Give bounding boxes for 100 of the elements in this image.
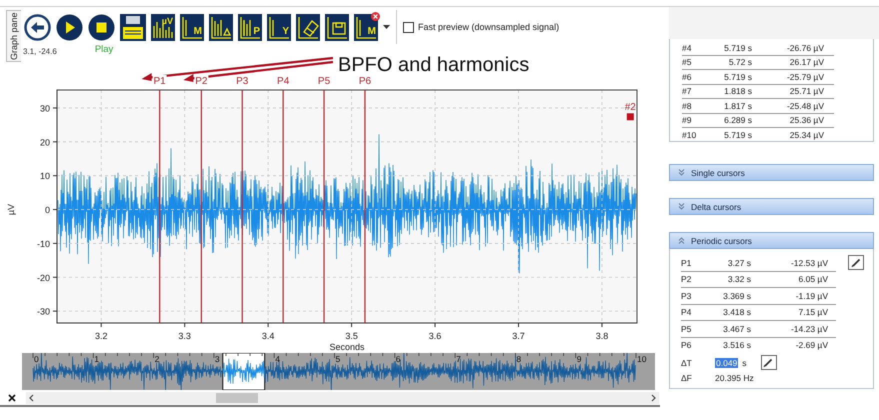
overview-tick-label: 9 (576, 354, 582, 364)
icon-letter: M (368, 26, 376, 36)
peak-time: 6.289 s (723, 115, 752, 126)
cursor-line[interactable] (323, 90, 325, 323)
cursor-name: P6 (681, 340, 692, 350)
peak-time: 5.719 s (723, 42, 752, 53)
cursor-name: P1 (681, 258, 692, 268)
tool-button[interactable] (209, 14, 233, 40)
cursor-readout: 3.1, -24.6 (23, 47, 57, 56)
cursor-label: P3 (236, 76, 248, 87)
cursor-value: -12.53 µV (790, 258, 828, 268)
section-header[interactable]: Periodic cursors (669, 232, 874, 249)
scrollbar-thumb[interactable] (216, 393, 258, 403)
icon-letter: Y (282, 26, 289, 36)
peak-value: 25.71 µV (788, 86, 824, 96)
cursor-value: 6.05 µV (798, 274, 828, 284)
peak-time: 1.818 s (723, 86, 752, 96)
section-header[interactable]: Single cursors (669, 164, 874, 181)
back-arrow-button[interactable] (24, 14, 51, 40)
chevron-icon (678, 237, 685, 244)
overview-tick-label: 4 (275, 354, 280, 364)
cursor-value: -1.19 µV (794, 290, 828, 301)
graph-pane-tab[interactable]: Graph pane (6, 10, 21, 62)
cursor-time: 3.369 s (722, 290, 751, 301)
peak-time: 5.719 s (723, 130, 752, 140)
play-button[interactable] (56, 14, 83, 40)
delta-f-label: ΔF (681, 372, 693, 382)
dropdown-caret-icon[interactable] (383, 24, 390, 30)
tool-button[interactable]: M (180, 14, 204, 40)
peak-time: 1.817 s (723, 100, 752, 111)
peak-id: #5 (682, 57, 692, 68)
delta-f-value: 20.395 Hz (715, 372, 754, 382)
horizontal-scrollbar[interactable] (26, 392, 659, 404)
cursor-label: P4 (277, 76, 290, 87)
cursor-line[interactable] (200, 90, 202, 323)
cursor-time: 3.516 s (722, 340, 751, 350)
scroll-left-icon[interactable] (29, 394, 34, 402)
overview-tick-label: 0 (34, 354, 39, 364)
peak-id: #6 (682, 72, 692, 82)
peak-id: #7 (682, 86, 692, 96)
peak-value: 25.36 µV (788, 115, 824, 126)
edit-button[interactable] (848, 255, 864, 270)
cursor-value: -14.23 µV (790, 324, 828, 334)
x-tick-label: 3.5 (345, 331, 358, 341)
x-tick-label: 3.6 (428, 331, 442, 341)
y-tick-label: -30 (36, 306, 50, 317)
y-tick-label: 10 (40, 171, 50, 182)
stop-button[interactable] (88, 14, 115, 40)
cursor-time: 3.27 s (726, 258, 751, 268)
x-tick-label: 3.7 (512, 331, 525, 341)
overview-tick-label: 8 (516, 354, 522, 364)
cursor-label: P6 (358, 76, 372, 87)
peak-value: -26.76 µV (786, 42, 824, 53)
cursor-line[interactable] (282, 90, 284, 323)
chevron-icon (678, 203, 685, 210)
tool-button[interactable]: P (238, 14, 262, 40)
peak-value: 25.34 µV (788, 130, 824, 140)
edit-button[interactable] (760, 355, 777, 370)
cursor-value: -2.69 µV (794, 340, 828, 350)
pencil-icon (763, 357, 774, 368)
peak-id: #8 (682, 100, 692, 111)
cursor-time: 3.467 s (722, 324, 751, 334)
y-axis-title: µV (6, 204, 16, 216)
cursor-line[interactable] (159, 90, 160, 323)
save-button[interactable] (120, 14, 146, 40)
scroll-right-icon[interactable] (651, 394, 656, 402)
delta-t-field[interactable]: 0.049 (715, 358, 738, 368)
close-icon[interactable] (8, 394, 16, 402)
y-tick-label: 20 (40, 137, 50, 148)
tool-button[interactable]: Y (267, 14, 291, 40)
peak-id: #10 (682, 130, 698, 140)
x-tick-label: 3.4 (262, 331, 274, 341)
cursor-time: 3.418 s (722, 307, 751, 318)
peak-time: 5.72 s (728, 57, 752, 68)
y-tick-label: 30 (40, 103, 50, 114)
fast-preview-checkbox[interactable]: Fast preview (downsampled signal) (403, 22, 560, 32)
marker-label: #2 (624, 102, 636, 113)
cursor-label: P2 (195, 76, 208, 87)
overview-tick-label: 1 (94, 354, 100, 364)
overview-tick-label: 10 (637, 354, 646, 364)
icon-letter: M (194, 26, 202, 36)
icon-letter: P (253, 26, 260, 36)
cursor-name: P5 (681, 324, 692, 334)
peak-value: -25.48 µV (786, 100, 824, 111)
remove-badge-icon (371, 12, 380, 20)
overview-tick-label: 7 (456, 354, 461, 364)
y-tick-label: -10 (36, 238, 50, 249)
cursor-name: P3 (681, 290, 692, 301)
tool-button[interactable]: M (354, 14, 378, 40)
cursor-label: P1 (154, 76, 166, 87)
section-header[interactable]: Delta cursors (669, 198, 874, 215)
cursor-name: P4 (681, 307, 692, 318)
peak-id: #4 (682, 42, 692, 53)
overview-tick-label: 5 (336, 354, 340, 364)
cursor-line[interactable] (364, 90, 366, 323)
tool-button[interactable] (296, 14, 320, 40)
peak-value: -25.79 µV (786, 72, 824, 82)
overview-tick-label: 6 (396, 354, 401, 364)
tool-button[interactable] (325, 14, 349, 40)
cursor-label: P5 (318, 76, 330, 87)
